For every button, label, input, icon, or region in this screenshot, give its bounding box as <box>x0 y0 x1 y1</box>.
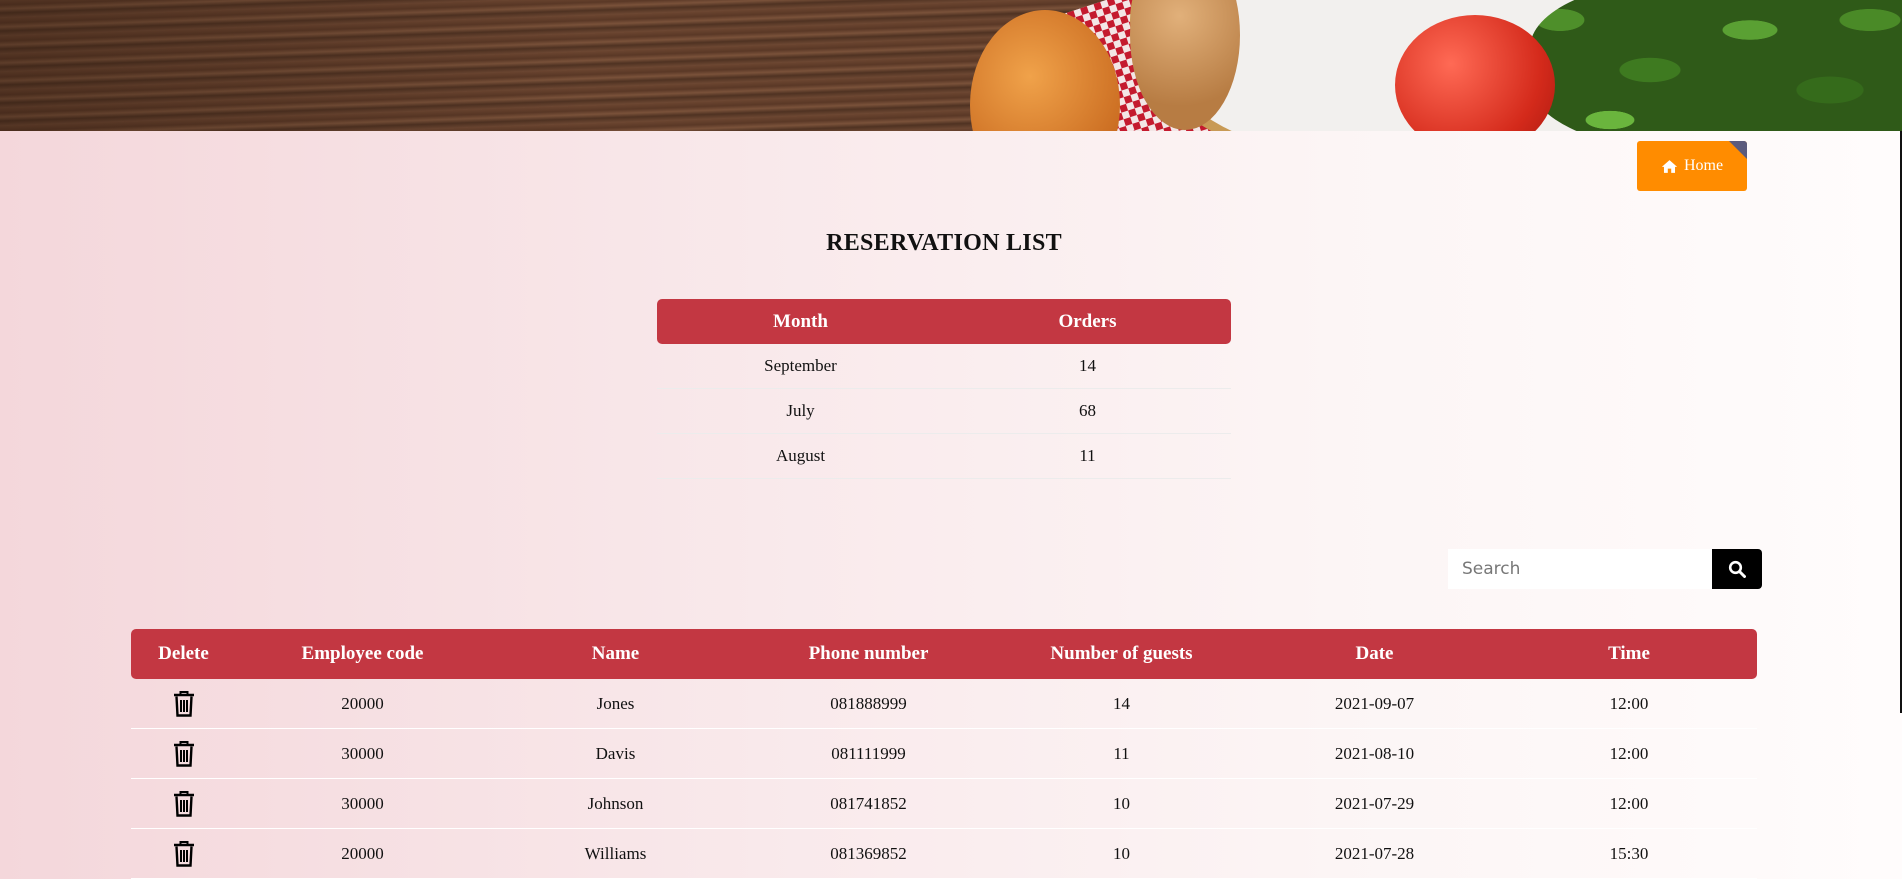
employee-code-cell: 30000 <box>341 793 384 813</box>
employee-code-header: Employee code <box>301 643 424 664</box>
time-cell: 12:00 <box>1609 793 1649 813</box>
orders-header: Orders <box>1058 310 1117 332</box>
trash-icon <box>173 840 194 867</box>
reservations-table: Delete Employee code Name Phone number N… <box>131 629 1757 879</box>
search-button[interactable] <box>1712 549 1762 589</box>
search-bar <box>1448 549 1762 589</box>
month-cell: September <box>764 356 837 375</box>
date-cell: 2021-07-28 <box>1334 843 1415 863</box>
summary-header-row: Month Orders <box>657 299 1231 344</box>
phone-cell: 081888999 <box>830 693 907 713</box>
guests-cell: 10 <box>1113 843 1130 863</box>
month-cell: August <box>775 446 826 465</box>
guests-cell: 10 <box>1113 793 1130 813</box>
arugula-leaves <box>1530 0 1902 131</box>
delete-header: Delete <box>158 643 209 664</box>
table-row: 20000 Jones 081888999 14 2021-09-07 12:0… <box>131 679 1757 729</box>
search-input[interactable] <box>1448 549 1712 589</box>
employee-code-cell: 20000 <box>341 843 384 863</box>
phone-cell: 081741852 <box>830 793 907 813</box>
header-banner <box>0 0 1902 131</box>
search-icon <box>1728 560 1746 578</box>
employee-code-cell: 30000 <box>341 743 384 763</box>
phone-cell: 081369852 <box>830 843 907 863</box>
delete-cell <box>131 740 236 767</box>
guests-cell: 11 <box>1113 743 1130 763</box>
guests-header: Number of guests <box>1050 643 1193 664</box>
delete-button[interactable] <box>173 740 195 767</box>
employee-code-cell: 20000 <box>341 693 384 713</box>
time-cell: 12:00 <box>1609 743 1649 763</box>
trash-icon <box>173 690 194 717</box>
phone-cell: 081111999 <box>831 743 906 763</box>
monthly-orders-table: Month Orders September 14 July 68 August… <box>657 299 1231 479</box>
table-row: 20000 Williams 081369852 10 2021-07-28 1… <box>131 829 1757 879</box>
month-cell: July <box>786 401 815 420</box>
name-cell: Johnson <box>587 793 644 813</box>
delete-cell <box>131 690 236 717</box>
guests-cell: 14 <box>1113 693 1130 713</box>
trash-icon <box>173 740 194 767</box>
home-icon <box>1661 159 1678 173</box>
table-row: 30000 Davis 081111999 11 2021-08-10 12:0… <box>131 729 1757 779</box>
trash-icon <box>173 790 194 817</box>
corner-fold <box>1729 141 1747 159</box>
name-cell: Davis <box>595 743 636 763</box>
reservations-header-row: Delete Employee code Name Phone number N… <box>131 629 1757 679</box>
table-row: 30000 Johnson 081741852 10 2021-07-29 12… <box>131 779 1757 829</box>
phone-header: Phone number <box>808 643 929 664</box>
summary-row: September 14 <box>657 344 1231 389</box>
wood-texture <box>0 0 980 131</box>
orders-cell: 11 <box>1079 446 1096 465</box>
summary-row: August 11 <box>657 434 1231 479</box>
date-cell: 2021-09-07 <box>1334 693 1415 713</box>
orders-cell: 68 <box>1079 401 1096 420</box>
time-cell: 15:30 <box>1609 843 1649 863</box>
date-cell: 2021-08-10 <box>1334 743 1415 763</box>
page-title: RESERVATION LIST <box>826 230 1062 256</box>
delete-button[interactable] <box>173 790 195 817</box>
time-header: Time <box>1608 643 1650 664</box>
month-header: Month <box>773 310 828 332</box>
time-cell: 12:00 <box>1609 693 1649 713</box>
delete-button[interactable] <box>173 690 195 717</box>
delete-button[interactable] <box>173 840 195 867</box>
delete-cell <box>131 840 236 867</box>
summary-row: July 68 <box>657 389 1231 434</box>
name-header: Name <box>591 643 640 664</box>
orders-cell: 14 <box>1079 356 1096 375</box>
name-cell: Jones <box>596 693 635 713</box>
delete-cell <box>131 790 236 817</box>
date-cell: 2021-07-29 <box>1334 793 1415 813</box>
home-button[interactable]: Home <box>1637 141 1747 191</box>
date-header: Date <box>1355 643 1394 664</box>
home-label: Home <box>1683 157 1724 174</box>
name-cell: Williams <box>584 843 647 863</box>
